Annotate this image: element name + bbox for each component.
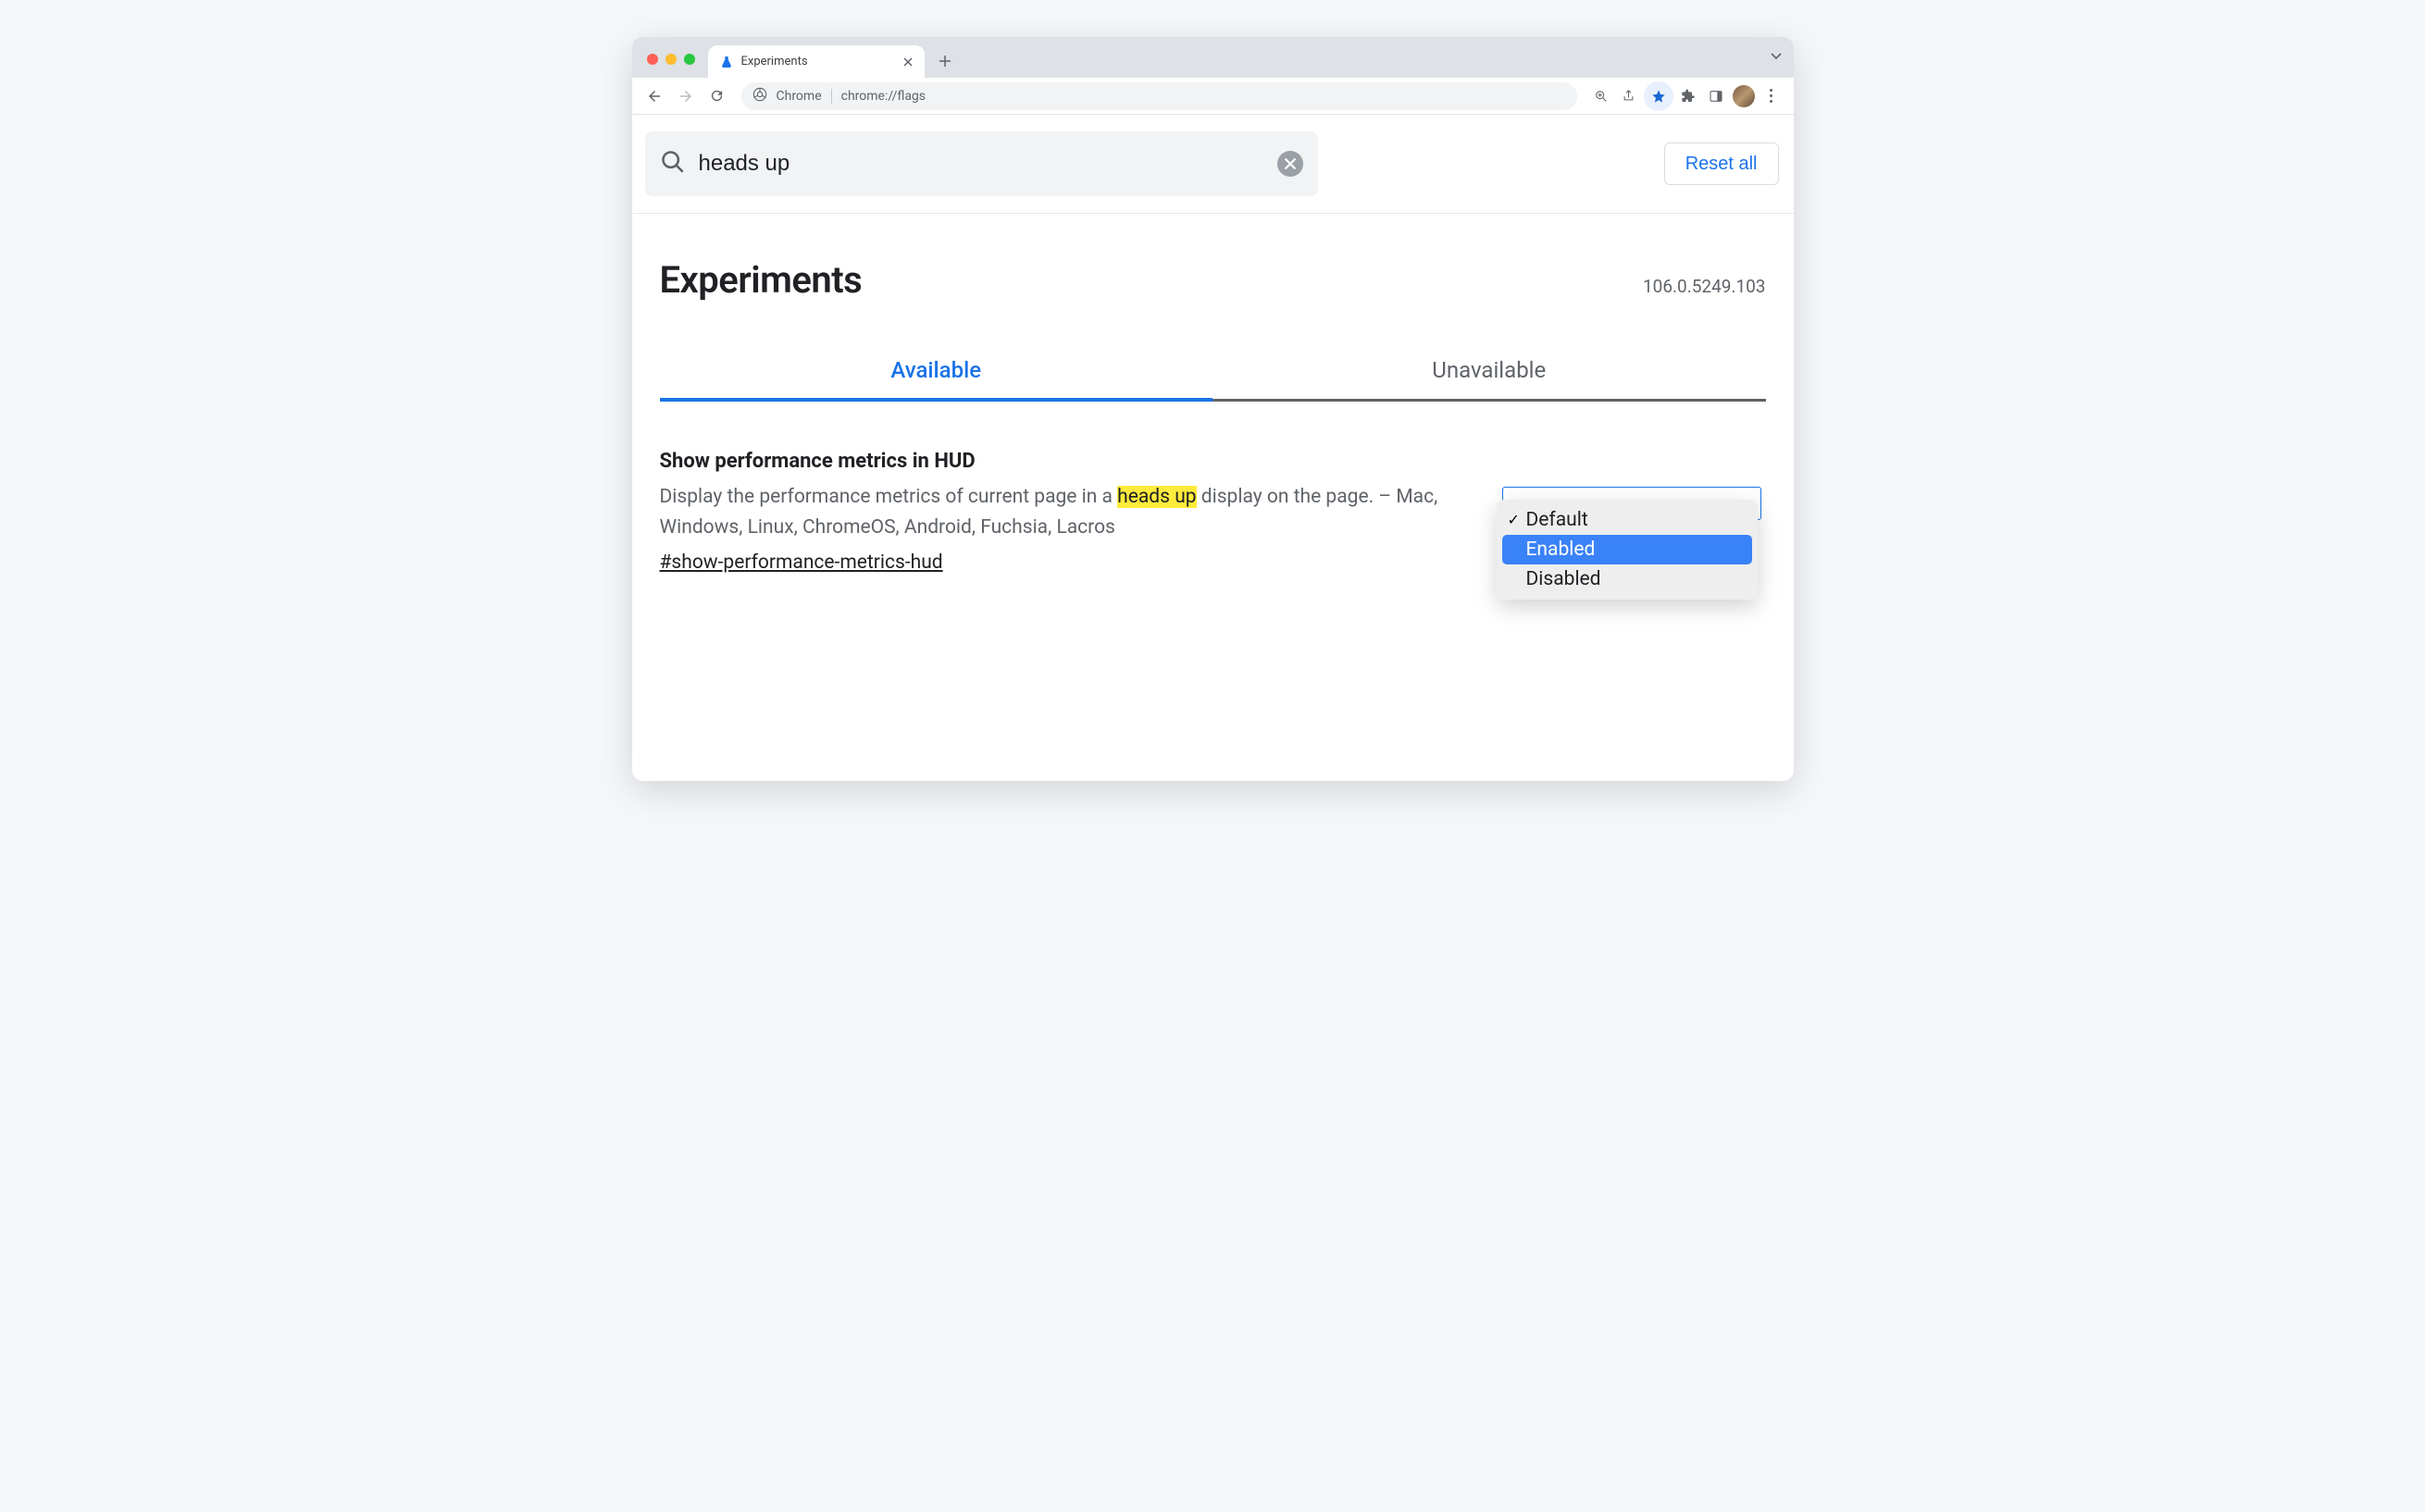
flag-description: Display the performance metrics of curre… bbox=[660, 482, 1465, 542]
heading-row: Experiments 106.0.5249.103 bbox=[632, 214, 1794, 302]
kebab-menu-icon[interactable] bbox=[1759, 83, 1785, 109]
share-icon[interactable] bbox=[1616, 83, 1642, 109]
browser-window: Experiments Chrome chrome://fl bbox=[632, 37, 1794, 781]
option-disabled-label: Disabled bbox=[1526, 568, 1601, 590]
flag-tabs: Available Unavailable bbox=[632, 357, 1794, 402]
page-title: Experiments bbox=[660, 258, 863, 302]
extensions-icon[interactable] bbox=[1675, 83, 1701, 109]
address-divider bbox=[831, 89, 832, 104]
flags-search-input[interactable] bbox=[699, 151, 1264, 177]
chrome-icon bbox=[752, 87, 767, 105]
fullscreen-window-button[interactable] bbox=[684, 54, 695, 65]
flag-dropdown[interactable]: ✓ Default Enabled Disabled bbox=[1502, 487, 1766, 520]
tab-title: Experiments bbox=[741, 55, 893, 68]
check-icon: ✓ bbox=[1508, 511, 1520, 528]
zoom-icon[interactable] bbox=[1588, 83, 1614, 109]
flask-icon bbox=[719, 55, 734, 69]
new-tab-button[interactable] bbox=[932, 48, 958, 74]
tab-available[interactable]: Available bbox=[660, 357, 1213, 402]
clear-search-icon[interactable] bbox=[1277, 151, 1303, 177]
bookmark-star-icon[interactable] bbox=[1644, 81, 1673, 111]
option-default[interactable]: ✓ Default bbox=[1502, 505, 1752, 535]
chrome-version: 106.0.5249.103 bbox=[1643, 276, 1766, 297]
close-tab-icon[interactable] bbox=[901, 55, 915, 69]
flag-link[interactable]: #show-performance-metrics-hud bbox=[660, 552, 943, 574]
browser-tab[interactable]: Experiments bbox=[708, 45, 925, 78]
flag-select-popup: ✓ Default Enabled Disabled bbox=[1497, 500, 1758, 600]
reset-all-button[interactable]: Reset all bbox=[1664, 143, 1779, 185]
forward-button[interactable] bbox=[673, 83, 699, 109]
flags-page: Reset all Experiments 106.0.5249.103 Ava… bbox=[632, 115, 1794, 781]
flag-text: Show performance metrics in HUD Display … bbox=[660, 450, 1465, 574]
browser-toolbar: Chrome chrome://flags bbox=[632, 78, 1794, 115]
option-default-label: Default bbox=[1526, 509, 1588, 531]
close-window-button[interactable] bbox=[647, 54, 658, 65]
address-bar[interactable]: Chrome chrome://flags bbox=[741, 82, 1577, 110]
flag-desc-before: Display the performance metrics of curre… bbox=[660, 486, 1118, 508]
address-url: chrome://flags bbox=[841, 89, 926, 104]
side-panel-icon[interactable] bbox=[1703, 83, 1729, 109]
search-icon bbox=[660, 149, 686, 179]
back-button[interactable] bbox=[641, 83, 667, 109]
address-prefix: Chrome bbox=[777, 89, 822, 104]
flag-item: Show performance metrics in HUD Display … bbox=[632, 402, 1794, 574]
option-enabled[interactable]: Enabled bbox=[1502, 535, 1752, 564]
reload-button[interactable] bbox=[704, 83, 730, 109]
tab-unavailable[interactable]: Unavailable bbox=[1212, 357, 1766, 402]
minimize-window-button[interactable] bbox=[665, 54, 677, 65]
option-enabled-label: Enabled bbox=[1526, 539, 1596, 561]
option-disabled[interactable]: Disabled bbox=[1502, 564, 1752, 594]
tab-strip: Experiments bbox=[632, 37, 1794, 78]
flags-search-box[interactable] bbox=[645, 131, 1318, 196]
window-controls bbox=[647, 54, 695, 65]
flag-title: Show performance metrics in HUD bbox=[660, 450, 1465, 473]
tabs-overflow-icon[interactable] bbox=[1770, 48, 1783, 66]
search-row: Reset all bbox=[632, 115, 1794, 214]
flag-desc-highlight: heads up bbox=[1117, 486, 1196, 508]
toolbar-right bbox=[1588, 81, 1785, 111]
profile-avatar[interactable] bbox=[1731, 83, 1757, 109]
